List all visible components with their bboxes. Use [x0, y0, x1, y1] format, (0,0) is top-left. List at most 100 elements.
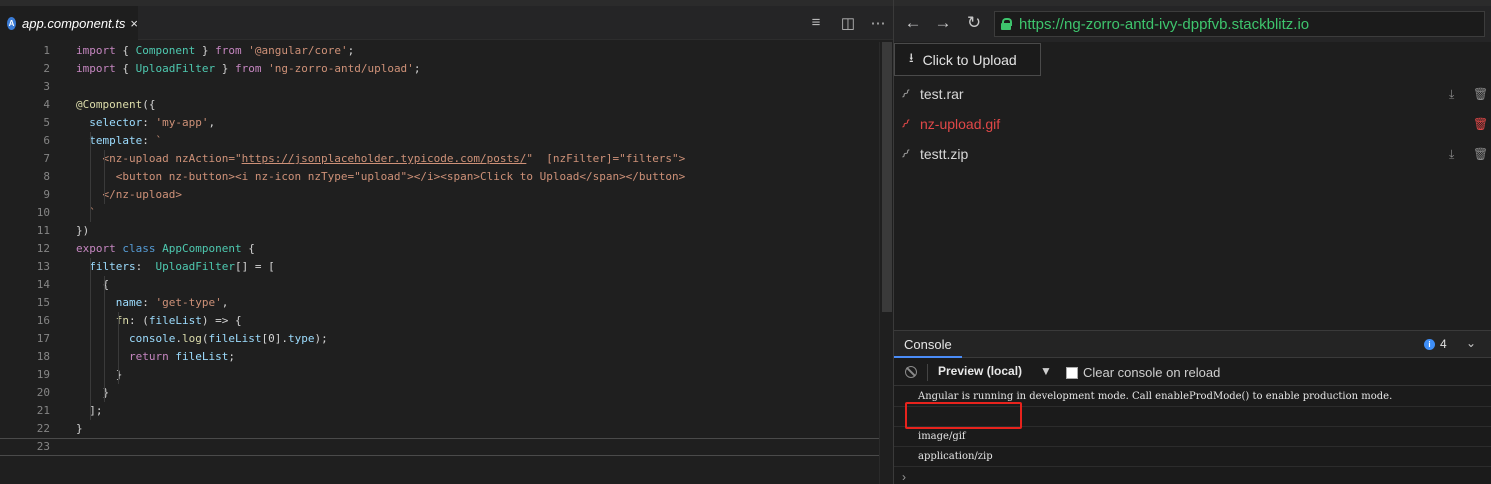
code-line[interactable]: 5 selector: 'my-app',: [0, 114, 893, 132]
forward-arrow-icon[interactable]: →: [932, 12, 954, 34]
line-number: 21: [36, 404, 50, 417]
chevron-down-icon[interactable]: ⌄: [1466, 336, 1476, 350]
code-text: export class AppComponent {: [76, 240, 255, 258]
reload-icon[interactable]: ↻: [963, 12, 985, 34]
code-line[interactable]: 22}: [0, 420, 893, 438]
file-name[interactable]: testt.zip: [920, 146, 968, 162]
console-panel: Console i 4 ⌄ Preview (local) ▼ Clear co…: [894, 330, 1491, 484]
upload-file-item[interactable]: ⌇ nz-upload.gif 🗑: [894, 109, 1491, 139]
code-line[interactable]: 2 import { UploadFilter } from 'ng-zorro-…: [0, 60, 893, 78]
code-line[interactable]: 8 <button nz-button><i nz-icon nzType="u…: [0, 168, 893, 186]
tab-app-component[interactable]: A app.component.ts ×: [0, 6, 138, 40]
clear-console-icon[interactable]: [905, 366, 917, 378]
console-prompt-icon[interactable]: ›: [902, 470, 906, 484]
file-name[interactable]: test.rar: [920, 86, 964, 102]
line-number: 13: [36, 260, 50, 273]
code-line[interactable]: 3: [0, 78, 893, 96]
indent-guide: [90, 258, 91, 420]
upload-file-item[interactable]: ⌇ test.rar ⤓ 🗑: [894, 79, 1491, 109]
upload-button-label: Click to Upload: [922, 51, 1017, 68]
file-name[interactable]: nz-upload.gif: [920, 116, 1000, 132]
indent-guide: [104, 150, 105, 204]
console-message: image/gif: [894, 427, 1491, 447]
context-dropdown-icon[interactable]: ▼: [1040, 364, 1052, 378]
outline-icon[interactable]: ≡: [806, 14, 826, 31]
code-text: import { UploadFilter } from 'ng-zorro-a…: [76, 60, 420, 78]
code-text: </nz-upload>: [76, 186, 182, 204]
code-token: fileList: [175, 350, 229, 363]
download-icon[interactable]: ⤓: [1449, 147, 1454, 162]
code-text: import { Component } from '@angular/core…: [76, 42, 354, 60]
url-bar[interactable]: https://ng-zorro-antd-ivy-dppfvb.stackbl…: [994, 11, 1485, 37]
code-line[interactable]: 23: [0, 438, 893, 456]
code-line[interactable]: 20 }: [0, 384, 893, 402]
code-editor: A app.component.ts × ≡ ◫ ⋯ 1 import { Com…: [0, 0, 893, 484]
paperclip-icon: ⌇: [897, 116, 914, 132]
code-line[interactable]: 13 filters: UploadFilter[] = [: [0, 258, 893, 276]
code-token: }: [215, 62, 235, 75]
editor-scroll-thumb[interactable]: [882, 42, 892, 312]
split-editor-icon[interactable]: ◫: [838, 14, 858, 32]
code-line[interactable]: 6 template: `: [0, 132, 893, 150]
code-line[interactable]: 1 import { Component } from '@angular/cor…: [0, 42, 893, 60]
line-number: 2: [43, 62, 50, 75]
code-token: export: [76, 242, 116, 255]
code-line[interactable]: 9 </nz-upload>: [0, 186, 893, 204]
code-line[interactable]: 15 name: 'get-type',: [0, 294, 893, 312]
code-token: [0].: [261, 332, 288, 345]
code-line[interactable]: 12 export class AppComponent {: [0, 240, 893, 258]
code-line[interactable]: 14 {: [0, 276, 893, 294]
indent-guide: [118, 312, 119, 384]
indent-guide: [90, 132, 91, 222]
code-token: <nz-upload nzAction=": [102, 152, 242, 165]
context-select[interactable]: Preview (local): [938, 364, 1022, 378]
delete-icon[interactable]: 🗑: [1473, 117, 1488, 131]
code-text: <button nz-button><i nz-icon nzType="upl…: [76, 168, 686, 186]
more-actions-icon[interactable]: ⋯: [868, 14, 888, 32]
code-token: {: [115, 44, 136, 57]
preview-pane: ← → ↻ https://ng-zorro-antd-ivy-dppfvb.s…: [893, 0, 1491, 484]
upload-file-item[interactable]: ⌇ testt.zip ⤓ 🗑: [894, 139, 1491, 169]
code-token: Component: [135, 44, 196, 57]
code-area[interactable]: 1 import { Component } from '@angular/cor…: [0, 42, 893, 456]
code-line[interactable]: 7 <nz-upload nzAction="https://jsonplace…: [0, 150, 893, 168]
code-token: import: [76, 44, 116, 57]
code-token: {: [115, 62, 136, 75]
code-token: ({: [142, 98, 156, 111]
code-token: filters: [89, 260, 136, 273]
angular-file-icon: A: [7, 16, 17, 30]
code-line[interactable]: 4 @Component({: [0, 96, 893, 114]
tab-console[interactable]: Console: [894, 331, 962, 358]
code-line[interactable]: 16 fn: (fileList) => {: [0, 312, 893, 330]
console-tab-bar: Console i 4 ⌄: [894, 331, 1491, 358]
code-line[interactable]: 21 ];: [0, 402, 893, 420]
back-arrow-icon[interactable]: ←: [902, 12, 924, 34]
code-line[interactable]: 11}): [0, 222, 893, 240]
code-text: <nz-upload nzAction="https://jsonplaceho…: [76, 150, 686, 168]
delete-icon[interactable]: 🗑: [1473, 87, 1488, 101]
line-number: 1: [43, 44, 50, 57]
code-line[interactable]: 18 return fileList;: [0, 348, 893, 366]
download-icon[interactable]: ⤓: [1449, 87, 1454, 102]
line-number: 17: [36, 332, 50, 345]
code-token: :: [142, 116, 156, 129]
click-to-upload-button[interactable]: ⭳ Click to Upload: [894, 43, 1041, 76]
code-text: }): [76, 222, 89, 240]
editor-scrollbar[interactable]: [879, 42, 893, 484]
clear-on-reload-checkbox[interactable]: [1066, 367, 1078, 379]
delete-icon[interactable]: 🗑: [1473, 147, 1488, 161]
code-text: @Component({: [76, 96, 155, 114]
url-text[interactable]: https://ng-zorro-antd-ivy-dppfvb.stackbl…: [1019, 16, 1309, 33]
browser-nav-bar: ← → ↻ https://ng-zorro-antd-ivy-dppfvb.s…: [894, 6, 1491, 42]
line-number: 23: [36, 440, 50, 453]
tab-close-icon[interactable]: ×: [130, 16, 138, 31]
line-number: 3: [43, 80, 50, 93]
console-message-count[interactable]: i 4: [1424, 337, 1447, 351]
code-line[interactable]: 17 console.log(fileList[0].type);: [0, 330, 893, 348]
code-line[interactable]: 10 `: [0, 204, 893, 222]
code-line[interactable]: 19 }: [0, 366, 893, 384]
